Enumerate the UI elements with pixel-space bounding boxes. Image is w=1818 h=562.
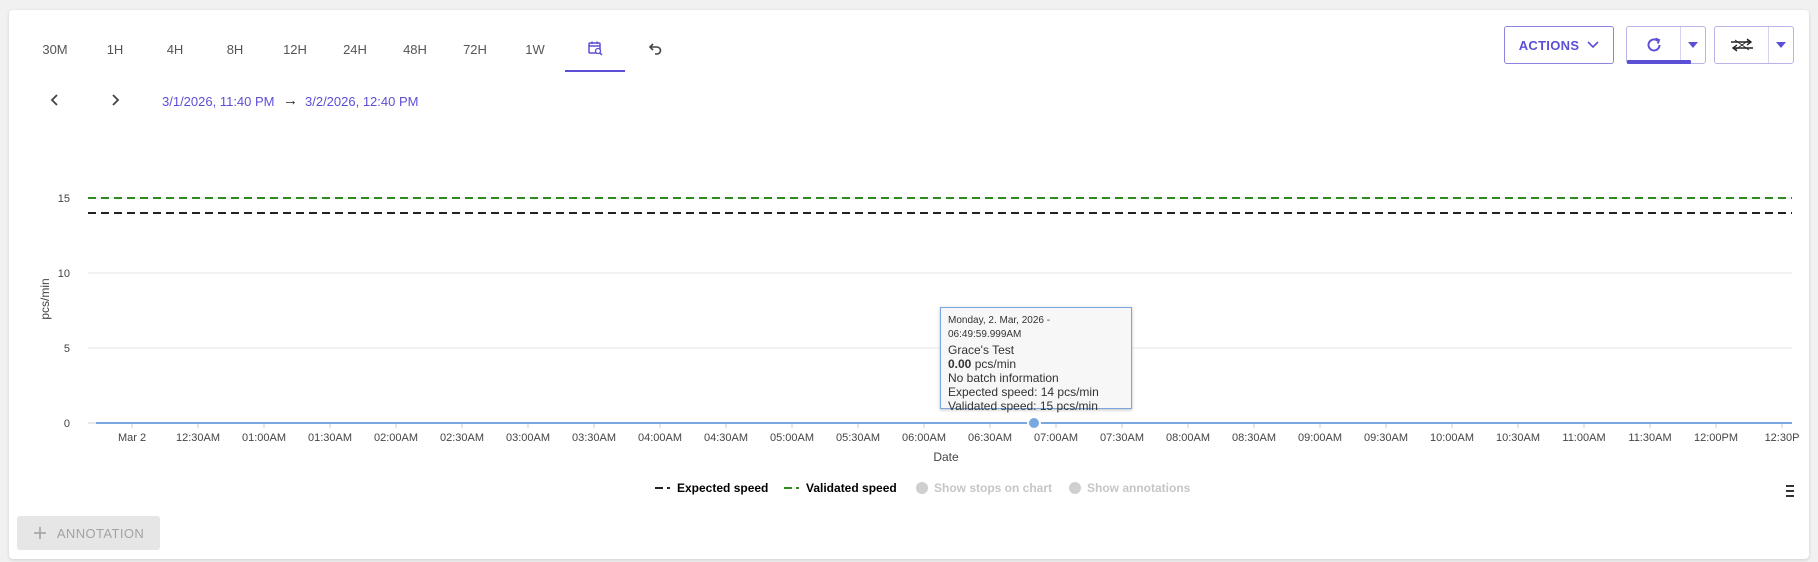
x-tick-label: 06:00AM [902,432,946,444]
tooltip-batch: No batch information [948,371,1059,385]
legend-show-annotations-toggle[interactable]: Show annotations [1069,481,1190,495]
x-tick-label: 10:00AM [1430,432,1474,444]
x-tick-label: 01:00AM [242,432,286,444]
add-annotation-button[interactable]: ANNOTATION [17,516,160,550]
x-tick-label: 04:00AM [638,432,682,444]
y-tick-label: 10 [58,268,70,280]
x-tick-label: 02:30AM [440,432,484,444]
tooltip-date: Monday, 2. Mar, 2026 - 06:49:59.999AM [948,315,1051,340]
x-tick-label: 03:00AM [506,432,550,444]
chart-menu-icon[interactable] [1786,484,1794,498]
highlighted-data-point [1027,416,1041,430]
tooltip-value-number: 0.00 [948,357,972,371]
legend-expected-swatch [655,487,670,489]
x-tick-label: 12:00PM [1694,432,1738,444]
x-tick-label: 01:30AM [308,432,352,444]
x-tick-label: Mar 2 [118,432,146,444]
x-tick-label: 03:30AM [572,432,616,444]
x-tick-label: 12:30AM [176,432,220,444]
x-tick-label: 07:00AM [1034,432,1078,444]
x-tick-label: 10:30AM [1496,432,1540,444]
x-tick-label: 11:00AM [1562,432,1605,444]
tooltip-value-unit: pcs/min [971,357,1017,371]
speed-line-chart: 0 5 10 15 Mar 2 12:30AM 01:00AM 01:30AM 02:00AM 0… [38,193,1800,464]
x-tick-label: 05:00AM [770,432,814,444]
legend-show-stops-toggle[interactable]: Show stops on chart [916,481,1052,495]
x-tick-label: 05:30AM [836,432,880,444]
legend-stops-label: Show stops on chart [934,481,1053,495]
legend-validated-swatch [784,487,799,489]
tooltip-series-name: Grace's Test [948,343,1015,357]
x-tick-label: 06:30AM [968,432,1012,444]
x-tick-label: 11:30AM [1628,432,1671,444]
y-tick-label: 5 [64,343,70,355]
x-tick-label: 04:30AM [704,432,748,444]
tooltip-expected: Expected speed: 14 pcs/min [948,385,1099,399]
tooltip-validated: Validated speed: 15 pcs/min [948,399,1098,413]
x-tick-label: 12:30P [1765,432,1800,444]
toggle-dot-icon [916,482,928,494]
legend-expected-speed[interactable]: Expected speed [655,481,768,495]
x-tick-label: 07:30AM [1100,432,1144,444]
chart-tooltip: Monday, 2. Mar, 2026 - 06:49:59.999AM Gr… [940,307,1132,413]
tooltip-value: 0.00 pcs/min [948,357,1124,371]
y-tick-label: 0 [64,418,70,430]
x-tick-label: 09:00AM [1298,432,1342,444]
x-tick-label: 08:30AM [1232,432,1276,444]
legend-validated-label: Validated speed [806,481,897,495]
legend-validated-speed[interactable]: Validated speed [784,481,897,495]
legend-annotations-label: Show annotations [1087,481,1191,495]
plus-icon [33,527,46,539]
x-tick-label: 08:00AM [1166,432,1210,444]
y-axis-title: pcs/min [38,278,52,319]
legend-expected-label: Expected speed [677,481,769,495]
toggle-dot-icon [1069,482,1081,494]
x-tick-label: 02:00AM [374,432,418,444]
annotation-button-label: ANNOTATION [56,525,145,541]
x-tick-label: 09:30AM [1364,432,1408,444]
y-tick-label: 15 [58,193,70,205]
x-axis-title: Date [933,450,959,464]
